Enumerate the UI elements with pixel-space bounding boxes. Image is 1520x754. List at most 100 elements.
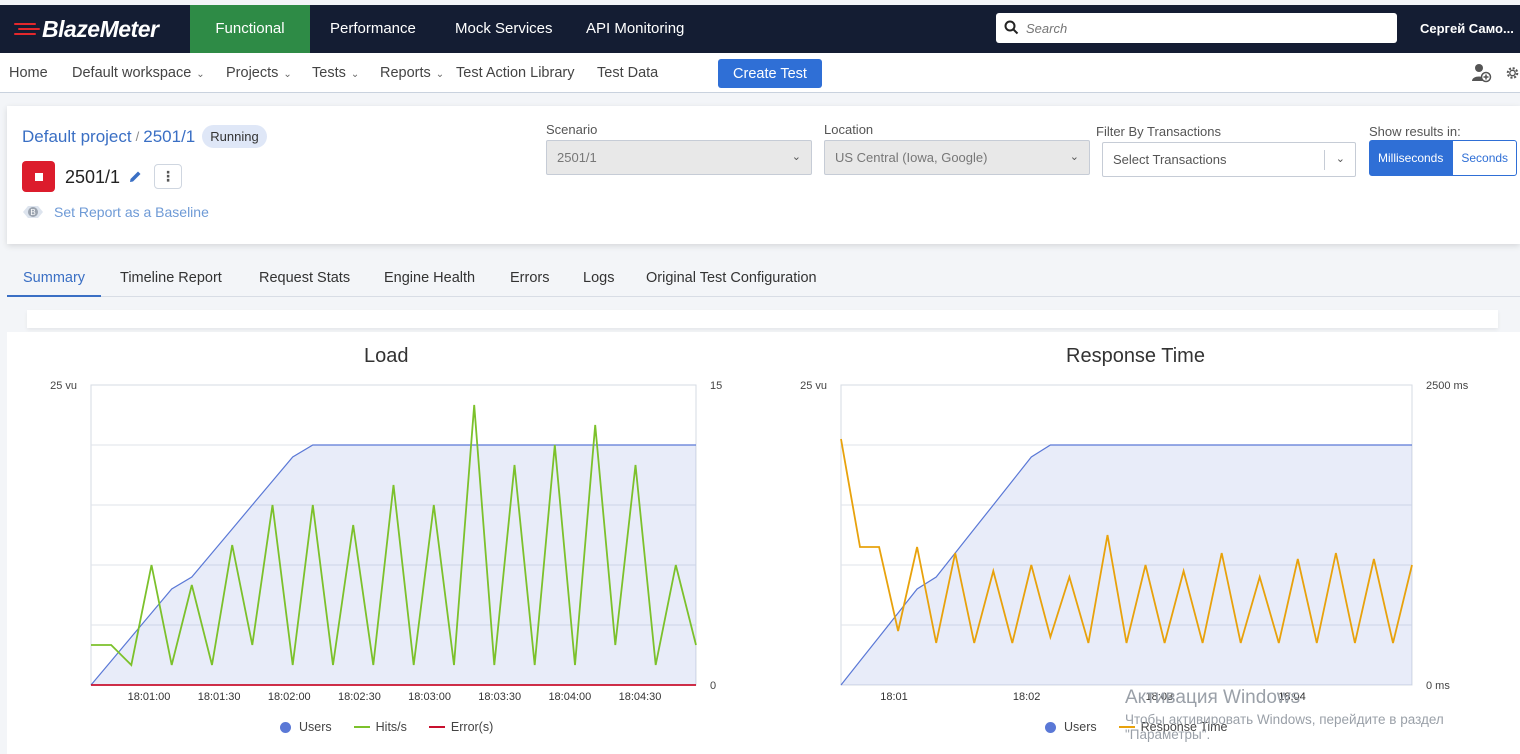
reports-label: Reports <box>380 65 431 81</box>
search-icon <box>1004 20 1019 35</box>
scenario-value: 2501/1 <box>557 150 597 165</box>
pencil-icon[interactable] <box>128 169 143 184</box>
tab-request-stats[interactable]: Request Stats <box>243 262 366 294</box>
search-input[interactable] <box>1026 17 1386 39</box>
top-navbar: BlazeMeter Functional Performance Mock S… <box>0 5 1520 53</box>
load-chart-legend: Users Hits/s Error(s) <box>280 720 515 734</box>
transactions-label: Filter By Transactions <box>1096 124 1221 139</box>
search-box[interactable] <box>996 13 1397 43</box>
users-legend-dot <box>280 721 291 733</box>
seconds-button[interactable]: Seconds <box>1452 140 1518 176</box>
user-menu[interactable]: Сергей Само... <box>1420 5 1514 53</box>
y-left-tick-label: 25 vu <box>800 380 827 392</box>
y-right-tick-label: 15 <box>710 380 722 392</box>
chevron-down-icon: ⌄ <box>283 69 292 80</box>
select-divider <box>1324 150 1325 170</box>
response-time-chart-title: Response Time <box>1066 345 1205 367</box>
nav-projects[interactable]: Projects ⌄ <box>226 53 292 95</box>
legend-errors-label: Error(s) <box>450 720 494 734</box>
transactions-select[interactable]: Select Transactions ⌄ <box>1102 142 1356 177</box>
tab-original-test-configuration[interactable]: Original Test Configuration <box>630 262 833 294</box>
legend-item-errors[interactable]: Error(s) <box>428 720 494 734</box>
test-name: 2501/1 <box>65 167 121 187</box>
chevron-down-icon: ⌄ <box>350 69 360 80</box>
add-user-icon[interactable] <box>1470 62 1492 84</box>
chevron-down-icon: ⌄ <box>1069 151 1079 163</box>
location-select[interactable]: US Central (Iowa, Google) ⌄ <box>824 140 1090 175</box>
results-unit-toggle: Milliseconds Seconds <box>1369 140 1518 176</box>
baseline-icon: B <box>23 206 43 218</box>
logo-mark-icon <box>14 22 40 36</box>
chevron-down-icon: ⌄ <box>1335 153 1345 165</box>
x-tick-label: 18:04:00 <box>548 691 591 703</box>
workspace-label: Default workspace <box>72 65 192 81</box>
chevron-down-icon: ⌄ <box>196 69 205 80</box>
watermark-line-2: "Параметры". <box>1125 727 1211 742</box>
errors-legend-line <box>428 726 445 728</box>
nav-test-action-library[interactable]: Test Action Library <box>456 53 574 93</box>
location-label: Location <box>824 122 874 137</box>
y-left-tick-label: 25 vu <box>50 380 77 392</box>
legend-item-users[interactable]: Users <box>280 720 332 734</box>
x-tick-label: 18:04:30 <box>619 691 662 703</box>
load-chart: 25 vu 15 0 18:01:00 18:01:30 18:02:00 18:02:30… <box>50 380 722 703</box>
tab-timeline-report[interactable]: Timeline Report <box>104 262 238 294</box>
blazemeter-logo[interactable]: BlazeMeter <box>14 14 159 44</box>
nav-test-data[interactable]: Test Data <box>597 53 658 93</box>
load-chart-title: Load <box>364 345 409 367</box>
legend-users-label: Users <box>299 720 332 734</box>
breadcrumb: Default project / 2501/1 Running <box>22 125 267 148</box>
location-value: US Central (Iowa, Google) <box>835 150 988 165</box>
tab-logs[interactable]: Logs <box>567 262 630 294</box>
report-header-card: Default project / 2501/1 Running 2501/1 … <box>7 106 1520 244</box>
gear-icon[interactable] <box>1505 62 1520 84</box>
tab-errors[interactable]: Errors <box>494 262 565 294</box>
nav-functional[interactable]: Functional <box>190 5 310 53</box>
status-badge: Running <box>202 125 267 148</box>
x-tick-label: 18:02:30 <box>338 691 381 703</box>
more-options-button[interactable]: ⋮ <box>154 164 182 189</box>
set-baseline-link[interactable]: B Set Report as a Baseline <box>22 204 209 220</box>
legend-item-hits[interactable]: Hits/s <box>353 720 407 734</box>
x-tick-label: 18:03:30 <box>478 691 521 703</box>
breadcrumb-project[interactable]: Default project <box>22 127 132 147</box>
nav-workspace[interactable]: Default workspace ⌄ <box>72 53 205 95</box>
nav-performance[interactable]: Performance <box>310 5 436 53</box>
breadcrumb-test[interactable]: 2501/1 <box>143 127 195 147</box>
results-unit-label: Show results in: <box>1369 124 1461 139</box>
scenario-label: Scenario <box>546 122 598 137</box>
create-test-button[interactable]: Create Test <box>718 59 822 88</box>
legend-hits-label: Hits/s <box>375 720 407 734</box>
stop-test-button[interactable] <box>22 161 55 192</box>
nav-home[interactable]: Home <box>9 53 48 93</box>
breadcrumb-separator: / <box>135 129 140 144</box>
report-tabs: Summary Timeline Report Request Stats En… <box>7 262 1520 297</box>
watermark-title: Активация Windows <box>1125 687 1301 708</box>
baseline-label: Set Report as a Baseline <box>54 204 209 220</box>
windows-activation-watermark: Активация Windows Чтобы активировать Win… <box>1125 687 1444 742</box>
x-tick-label: 18:02:00 <box>268 691 311 703</box>
secondary-navbar: Home Default workspace ⌄ Projects ⌄ Tests ⌄… <box>0 53 1520 93</box>
scenario-select[interactable]: 2501/1 ⌄ <box>546 140 812 175</box>
milliseconds-button[interactable]: Milliseconds <box>1369 140 1453 176</box>
response-time-chart: 25 vu 2500 ms0 ms18:01 18:02 18:03 18:04 <box>800 380 1469 703</box>
tab-engine-health[interactable]: Engine Health <box>368 262 491 294</box>
nav-api-monitoring[interactable]: API Monitoring <box>566 5 704 53</box>
y-right-tick-label: 0 <box>710 680 716 692</box>
nav-reports[interactable]: Reports ⌄ <box>380 53 444 95</box>
tests-label: Tests <box>312 65 346 81</box>
users-legend-dot <box>1045 721 1056 733</box>
x-tick-label: 18:03:00 <box>408 691 451 703</box>
projects-label: Projects <box>226 65 279 81</box>
tab-summary[interactable]: Summary <box>7 262 102 297</box>
nav-tests[interactable]: Tests ⌄ <box>312 53 359 95</box>
x-tick-label: 18:02 <box>1013 691 1041 703</box>
nav-mock-services[interactable]: Mock Services <box>435 5 573 53</box>
x-tick-label: 18:01:30 <box>198 691 241 703</box>
summary-strip <box>27 310 1498 328</box>
logo-text: BlazeMeter <box>42 15 159 42</box>
chevron-down-icon: ⌄ <box>435 69 445 80</box>
stop-icon <box>35 173 43 181</box>
transactions-placeholder: Select Transactions <box>1113 152 1227 167</box>
legend-item-users[interactable]: Users <box>1045 720 1097 734</box>
